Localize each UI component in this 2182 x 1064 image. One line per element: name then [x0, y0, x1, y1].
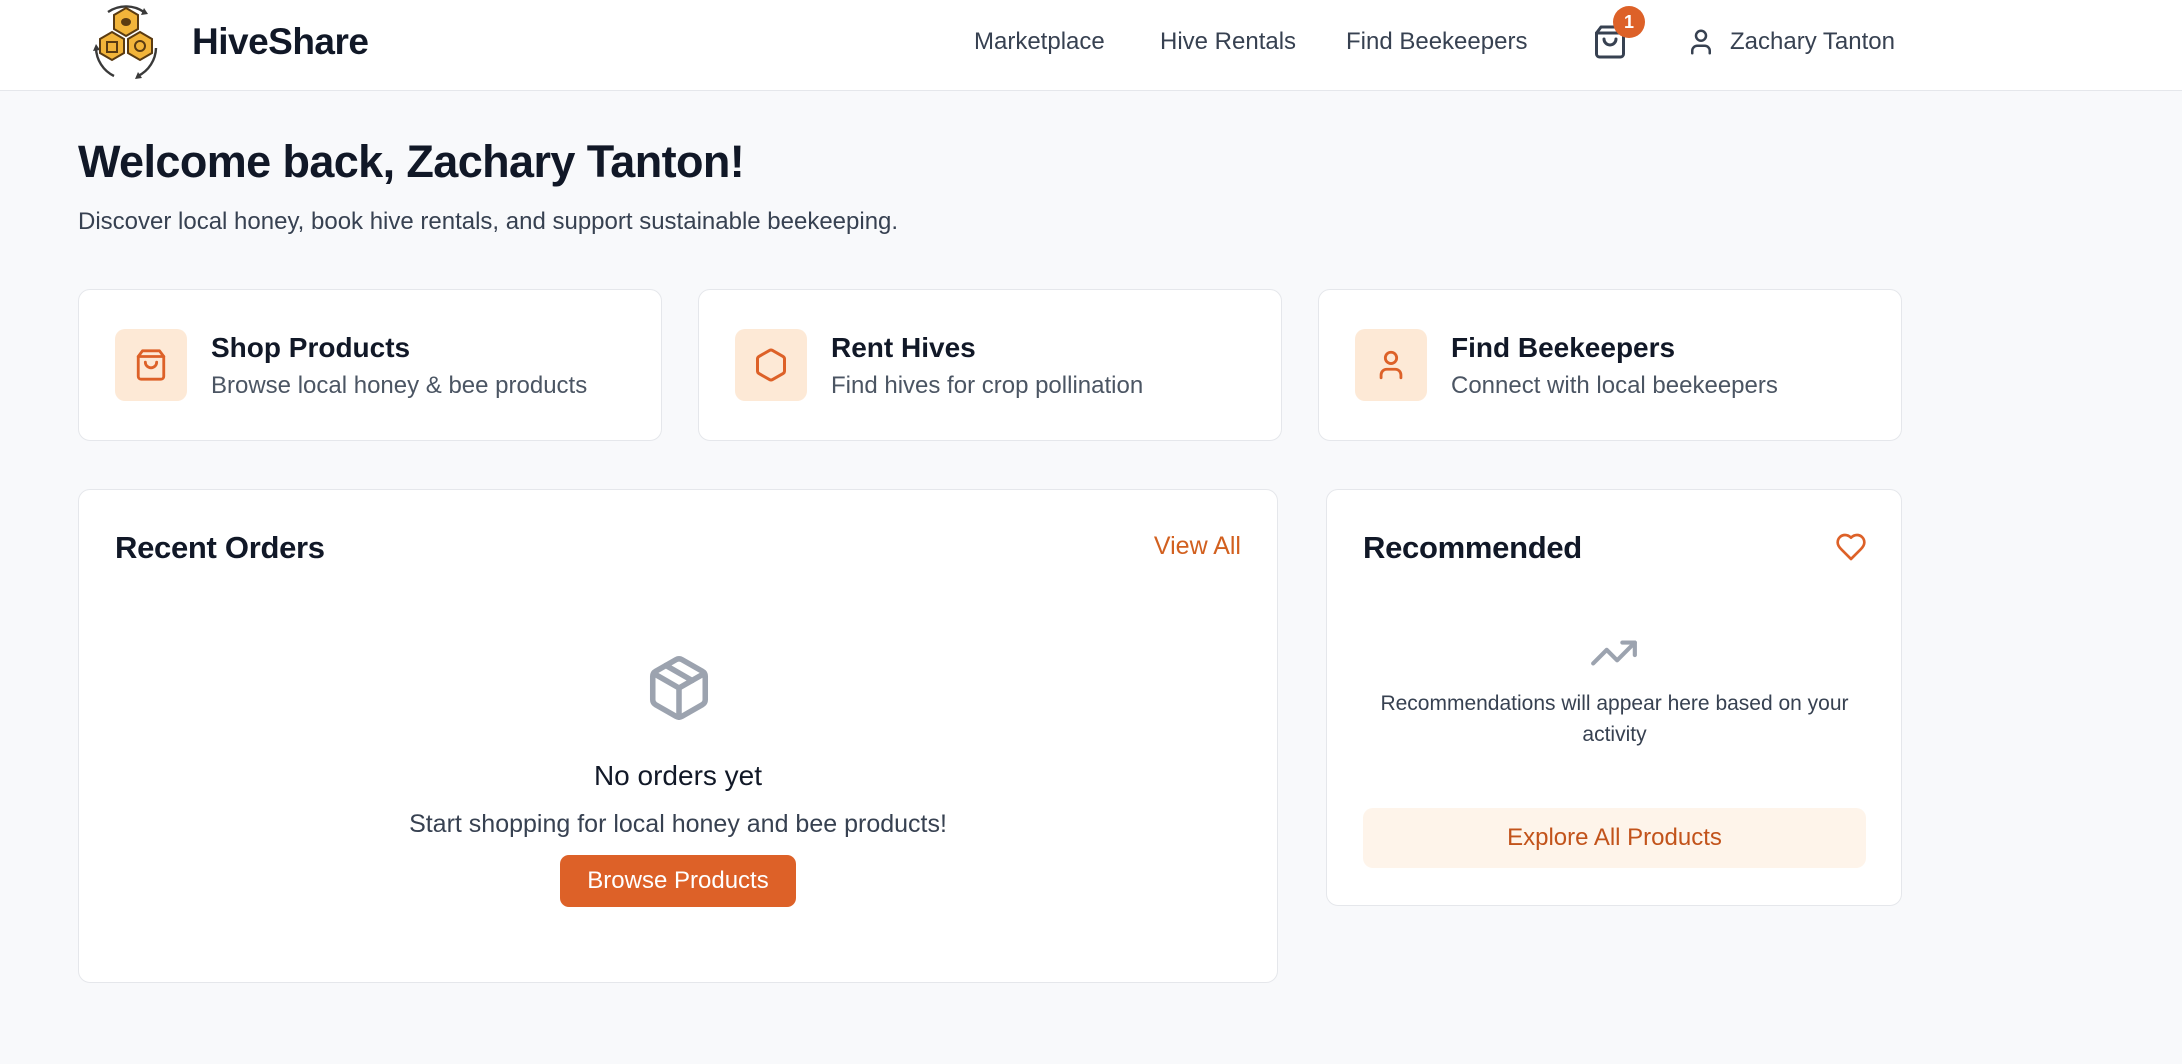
shop-products-icon-box [115, 329, 187, 401]
shop-products-title: Shop Products [211, 332, 411, 363]
user-name: Zachary Tanton [1730, 28, 1895, 55]
recommended-title: Recommended [1363, 530, 1582, 565]
empty-orders-subtitle: Start shopping for local honey and bee p… [409, 810, 947, 838]
rent-hives-title: Rent Hives [831, 332, 976, 363]
recommended-panel: Recommended Recommendations will appear … [1326, 489, 1902, 906]
brand-logo-link[interactable]: HiveShare [86, 2, 369, 82]
user-icon [1691, 29, 1711, 55]
nav-marketplace[interactable]: Marketplace [974, 22, 1105, 62]
find-beekeepers-icon-box [1355, 329, 1427, 401]
find-beekeepers-title: Find Beekeepers [1451, 332, 1676, 363]
package-icon [649, 656, 709, 720]
rent-hives-card[interactable]: Rent Hives Find hives for crop pollinati… [698, 289, 1282, 441]
recent-orders-title: Recent Orders [115, 530, 325, 565]
rent-hives-icon-box [735, 329, 807, 401]
page-subtitle: Discover local honey, book hive rentals,… [78, 208, 899, 235]
cart-count-badge: 1 [1613, 6, 1645, 38]
heart-icon[interactable] [1835, 531, 1867, 563]
explore-all-products-button[interactable]: Explore All Products [1363, 808, 1866, 868]
nav-find-beekeepers[interactable]: Find Beekeepers [1346, 22, 1527, 62]
cart-button[interactable]: 1 [1588, 6, 1645, 64]
rent-hives-description: Find hives for crop pollination [831, 372, 1144, 399]
find-beekeepers-card[interactable]: Find Beekeepers Connect with local beeke… [1318, 289, 1902, 441]
page-title: Welcome back, Zachary Tanton! [78, 136, 745, 187]
hexagon-icon [756, 348, 786, 382]
empty-orders-title: No orders yet [593, 760, 763, 791]
trending-up-icon [1591, 640, 1637, 666]
view-all-orders-link[interactable]: View All [1154, 532, 1241, 561]
shop-products-description: Browse local honey & bee products [211, 372, 588, 399]
user-icon [1379, 350, 1403, 380]
browse-products-button[interactable]: Browse Products [560, 855, 796, 907]
recent-orders-panel: Recent Orders View All No orders yet Sta… [78, 489, 1278, 983]
find-beekeepers-description: Connect with local beekeepers [1451, 372, 1778, 399]
user-menu[interactable]: Zachary Tanton [1686, 22, 1895, 62]
nav-hive-rentals[interactable]: Hive Rentals [1160, 22, 1296, 62]
brand-name: HiveShare [192, 21, 369, 62]
shopping-bag-icon [136, 349, 166, 381]
top-navbar: HiveShare Marketplace Hive Rentals Find … [0, 0, 2182, 91]
shop-products-card[interactable]: Shop Products Browse local honey & bee p… [78, 289, 662, 441]
recommendations-message: Recommendations will appear here based o… [1380, 692, 1849, 746]
hive-logo-icon [93, 5, 158, 79]
